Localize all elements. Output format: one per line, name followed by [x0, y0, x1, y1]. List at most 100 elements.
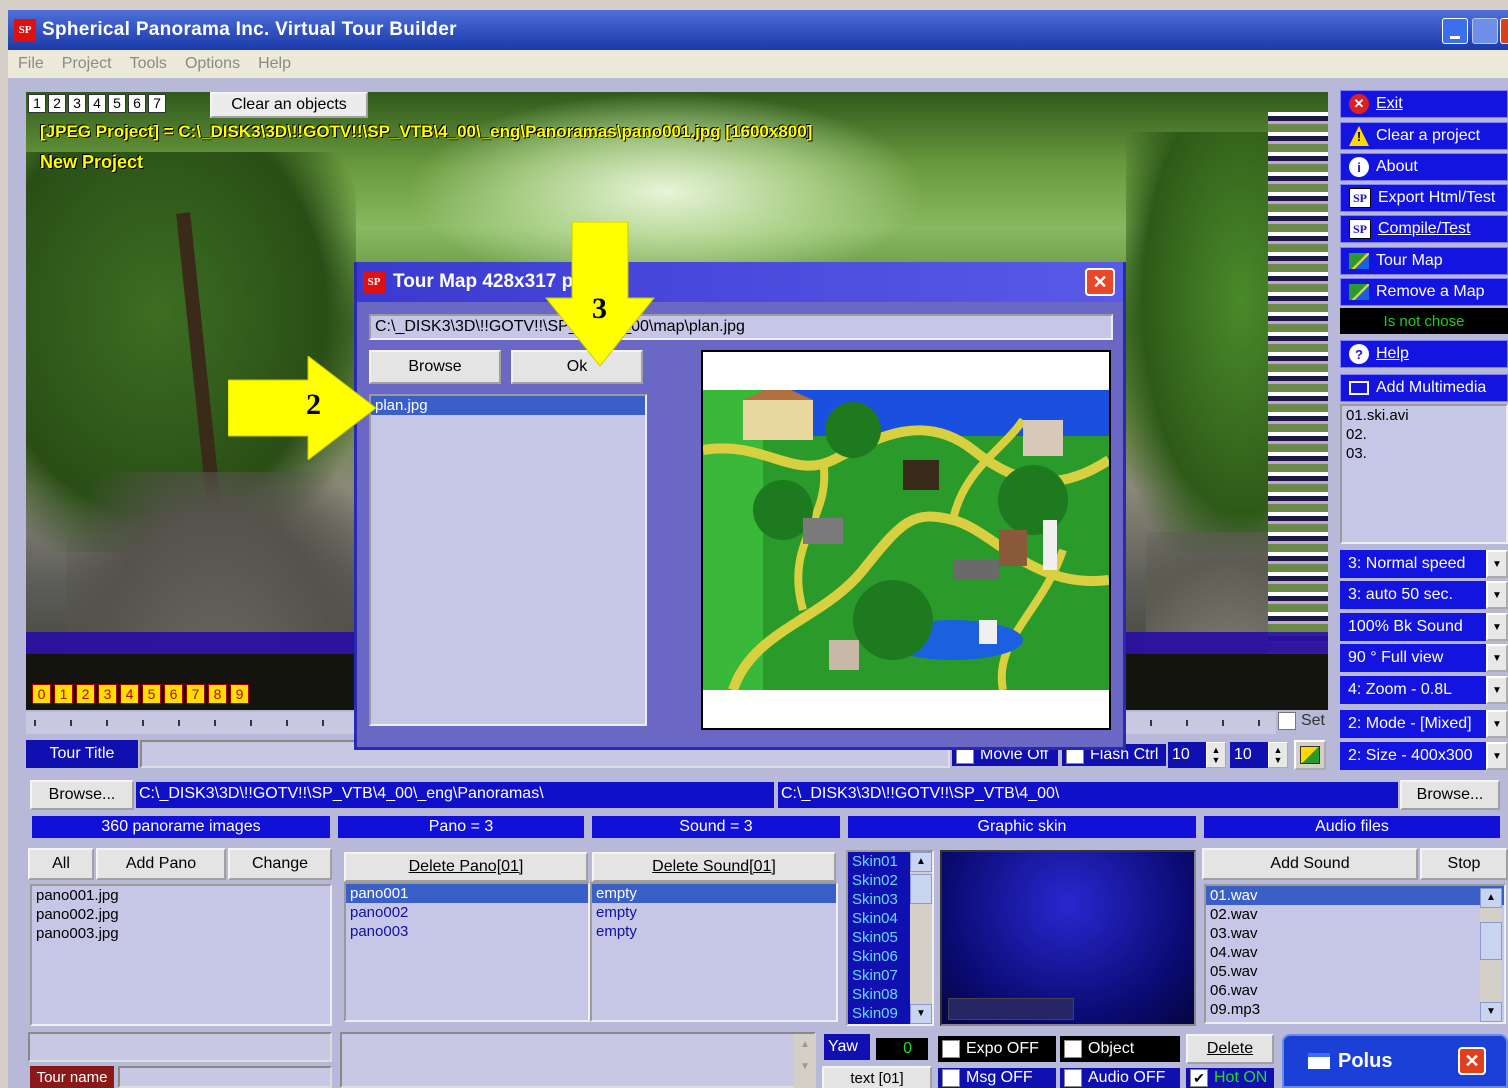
msg-checkbox[interactable]: [942, 1069, 960, 1087]
about-button[interactable]: i About: [1340, 153, 1508, 181]
tour-map-button[interactable]: Tour Map: [1340, 247, 1508, 275]
object-tab-6[interactable]: 6: [128, 94, 146, 113]
setting-dropdown[interactable]: 2: Size - 400x300 ▼: [1340, 742, 1508, 770]
setting-dropdown[interactable]: 4: Zoom - 0.8L ▼: [1340, 676, 1508, 704]
polus-close-button[interactable]: ✕: [1458, 1047, 1486, 1075]
hotspot-0[interactable]: 0: [32, 684, 51, 704]
multimedia-item[interactable]: 03.: [1342, 444, 1506, 463]
object-tab-2[interactable]: 2: [48, 94, 66, 113]
chevron-down-icon[interactable]: ▼: [1486, 550, 1508, 578]
stop-button[interactable]: Stop: [1420, 848, 1508, 880]
help-button[interactable]: ? Help: [1340, 340, 1508, 368]
add-multimedia-button[interactable]: Add Multimedia: [1340, 374, 1508, 402]
dialog-file-list[interactable]: plan.jpg: [369, 394, 647, 726]
chevron-down-icon[interactable]: ▼: [1486, 613, 1508, 641]
audio-file-item[interactable]: 01.wav: [1206, 886, 1504, 905]
object-toggle[interactable]: Object: [1060, 1036, 1180, 1062]
delete-sound-button[interactable]: Delete Sound[01]: [592, 852, 836, 882]
multimedia-item[interactable]: 02.: [1342, 425, 1506, 444]
chevron-down-icon[interactable]: ▼: [1486, 710, 1508, 738]
text-scroll[interactable]: ▲ ▼: [794, 1034, 816, 1088]
setting-dropdown[interactable]: 2: Mode - [Mixed] ▼: [1340, 710, 1508, 738]
delete-button[interactable]: Delete: [1186, 1034, 1274, 1064]
spin-1[interactable]: 10 ▲ ▼: [1168, 742, 1226, 768]
object-tab-7[interactable]: 7: [148, 94, 166, 113]
sound-list[interactable]: empty empty empty: [590, 882, 838, 1022]
object-tab-3[interactable]: 3: [68, 94, 86, 113]
object-checkbox[interactable]: [1064, 1040, 1082, 1058]
maximize-button[interactable]: [1472, 18, 1498, 44]
menu-options[interactable]: Options: [185, 55, 240, 73]
audio-file-item[interactable]: 06.wav: [1206, 981, 1504, 1000]
setting-dropdown[interactable]: 100% Bk Sound ▼: [1340, 613, 1508, 641]
pano-list[interactable]: pano001 pano002 pano003: [344, 882, 590, 1022]
pano-item[interactable]: pano003: [346, 922, 588, 941]
text-button[interactable]: text [01]: [822, 1066, 932, 1088]
scroll-down-icon[interactable]: ▼: [910, 1004, 932, 1024]
pano-item[interactable]: pano002: [346, 903, 588, 922]
hot-on-toggle[interactable]: ✔ Hot ON: [1186, 1068, 1274, 1088]
audio-scroll-thumb[interactable]: [1480, 922, 1502, 960]
dialog-browse-button[interactable]: Browse: [369, 350, 501, 384]
spin-2[interactable]: 10 ▲ ▼: [1230, 742, 1288, 768]
bottom-input-1[interactable]: [28, 1032, 332, 1062]
image-file-item[interactable]: pano001.jpg: [32, 886, 330, 905]
hotspot-8[interactable]: 8: [208, 684, 227, 704]
sound-item[interactable]: empty: [592, 903, 836, 922]
add-pano-button[interactable]: Add Pano: [96, 848, 226, 880]
clear-a-project-button[interactable]: ! Clear a project: [1340, 122, 1508, 150]
audio-scroll-down-icon[interactable]: ▼: [1480, 1002, 1502, 1022]
audio-scroll-up-icon[interactable]: ▲: [1480, 888, 1502, 908]
pano-item[interactable]: pano001: [346, 884, 588, 903]
sound-item[interactable]: empty: [592, 884, 836, 903]
polus-window[interactable]: Polus ✕: [1282, 1034, 1508, 1088]
color-picker-button[interactable]: [1294, 740, 1326, 770]
audio-file-item[interactable]: 05.wav: [1206, 962, 1504, 981]
audio-off-checkbox[interactable]: [1064, 1069, 1082, 1087]
dialog-file-item[interactable]: plan.jpg: [371, 396, 645, 415]
object-tab-4[interactable]: 4: [88, 94, 106, 113]
msg-off-toggle[interactable]: Msg OFF: [938, 1068, 1056, 1088]
hotspot-1[interactable]: 1: [54, 684, 73, 704]
close-window-button[interactable]: [1500, 18, 1508, 44]
hotspot-2[interactable]: 2: [76, 684, 95, 704]
audio-file-item[interactable]: 03.wav: [1206, 924, 1504, 943]
dialog-close-button[interactable]: ✕: [1085, 268, 1115, 296]
image-file-item[interactable]: pano003.jpg: [32, 924, 330, 943]
tour-name-input[interactable]: [118, 1066, 332, 1088]
image-file-item[interactable]: pano002.jpg: [32, 905, 330, 924]
all-button[interactable]: All: [28, 848, 94, 880]
audio-scrollbar[interactable]: ▲ ▼: [1480, 888, 1502, 1022]
browse-panoramas-button[interactable]: Browse...: [30, 780, 134, 810]
browse-project-button[interactable]: Browse...: [1400, 780, 1500, 810]
hotspot-5[interactable]: 5: [142, 684, 161, 704]
hotspot-3[interactable]: 3: [98, 684, 117, 704]
set-checkbox[interactable]: [1278, 712, 1296, 730]
text-area[interactable]: [340, 1032, 816, 1088]
audio-file-item[interactable]: 02.wav: [1206, 905, 1504, 924]
audio-file-item[interactable]: 09.mp3: [1206, 1000, 1504, 1019]
skin-scrollbar[interactable]: ▲ ▼: [910, 852, 932, 1024]
export-html-test-button[interactable]: SP Export Html/Test: [1340, 184, 1508, 212]
remove-a-map-button[interactable]: Remove a Map: [1340, 278, 1508, 306]
multimedia-list[interactable]: 01.ski.avi 02. 03.: [1340, 404, 1508, 544]
setting-dropdown[interactable]: 90 ° Full view ▼: [1340, 644, 1508, 672]
expo-checkbox[interactable]: [942, 1040, 960, 1058]
menu-project[interactable]: Project: [62, 55, 112, 73]
clear-objects-button[interactable]: Clear an objects: [210, 92, 368, 118]
object-tab-5[interactable]: 5: [108, 94, 126, 113]
exit-button[interactable]: ✕ Exit: [1340, 90, 1508, 118]
chevron-down-icon[interactable]: ▼: [1486, 676, 1508, 704]
dialog-path-input[interactable]: C:\_DISK3\3D\!!GOTV!!\SP_VTB\4_00\map\pl…: [369, 314, 1113, 340]
scroll-thumb[interactable]: [910, 874, 932, 904]
hotspot-9[interactable]: 9: [230, 684, 249, 704]
minimize-button[interactable]: [1442, 18, 1468, 44]
spin-2-arrows[interactable]: ▲ ▼: [1268, 742, 1288, 768]
sound-item[interactable]: empty: [592, 922, 836, 941]
menu-tools[interactable]: Tools: [130, 55, 167, 73]
hotspot-6[interactable]: 6: [164, 684, 183, 704]
compile-test-button[interactable]: SP Compile/Test: [1340, 215, 1508, 243]
spin-1-arrows[interactable]: ▲ ▼: [1206, 742, 1226, 768]
hotspot-4[interactable]: 4: [120, 684, 139, 704]
chevron-down-icon[interactable]: ▼: [1486, 644, 1508, 672]
